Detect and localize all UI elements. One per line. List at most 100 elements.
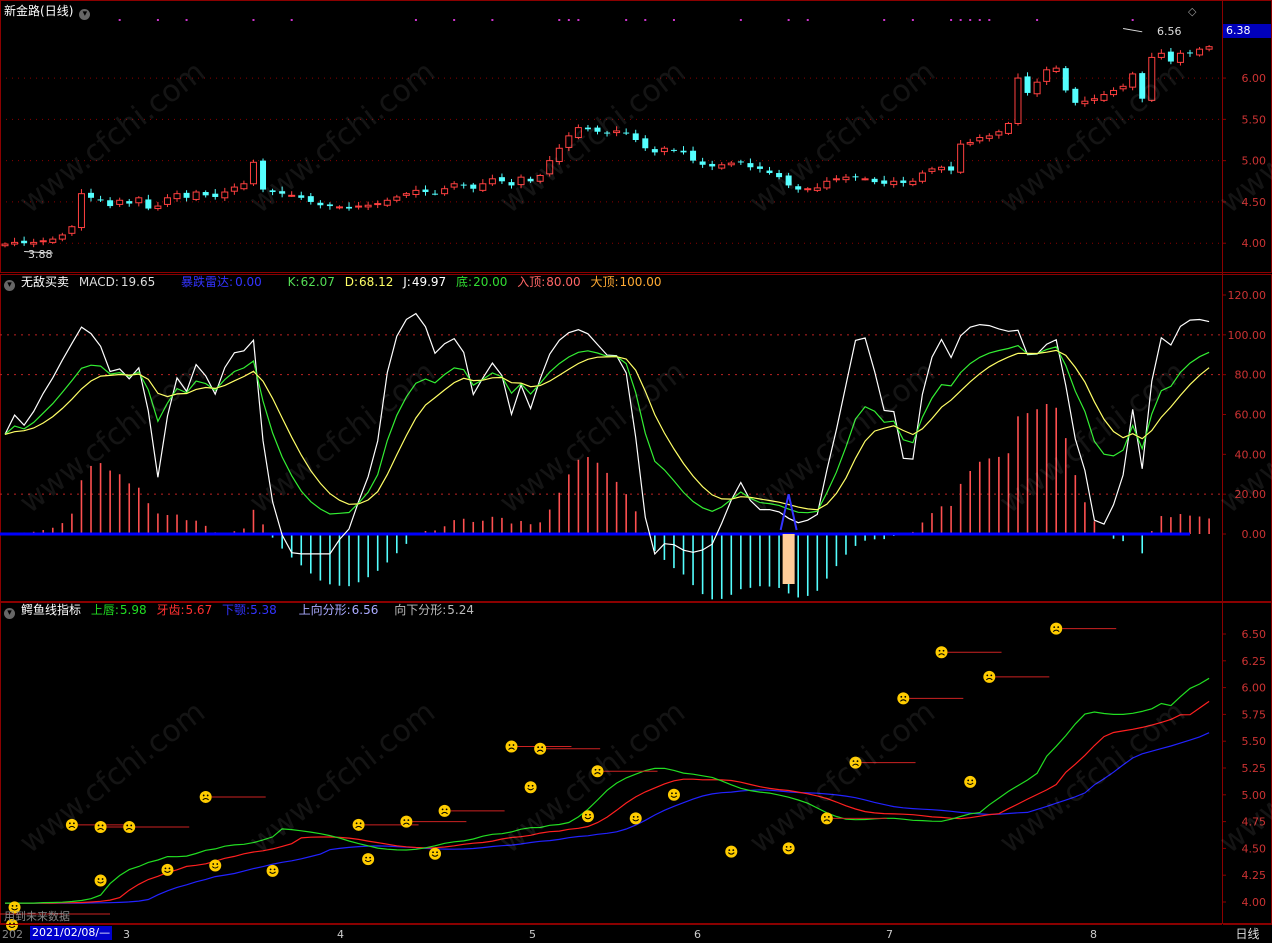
down-fractal-marker [782,842,795,855]
chevron-down-icon[interactable]: ▾ [79,9,91,20]
event-marker [118,19,121,21]
candle-up [966,141,974,145]
candle-up [58,234,66,240]
up-fractal-marker [352,818,365,831]
candle-down [183,192,190,198]
event-marker [672,19,675,21]
candle-up [1205,46,1213,50]
event-marker [414,19,417,21]
up-fractal-marker [94,820,107,833]
candle-down [21,240,28,244]
month-tick: 7 [886,928,893,941]
y-tick-label: 4.75 [1242,816,1267,829]
candle-up [163,197,171,205]
candle-down [785,175,792,186]
candle-up [832,178,840,181]
teeth-value: 5.67 [185,603,213,617]
candle-up [574,127,582,139]
candle-up [861,178,869,181]
candle-up [517,176,525,186]
candle-up [613,130,621,134]
candle-up [1100,94,1108,101]
candle-down [871,178,878,183]
chevron-down-icon[interactable]: ▾ [4,280,15,291]
up-fractal-marker [935,646,948,659]
event-marker [558,19,561,21]
candle-down [670,149,677,151]
y-tick-label: 80.00 [1235,369,1267,382]
candle-up [555,147,563,162]
candle-up [823,180,831,189]
signal-label: 暴跌雷达: [181,275,234,289]
candle-up [976,137,984,142]
event-marker [988,19,991,21]
candle-down [881,180,888,184]
candle-up [116,199,124,205]
event-marker [625,19,628,21]
candle-up [1043,69,1051,82]
candle-down [756,166,763,169]
candle-down [632,133,639,140]
event-marker [1131,19,1134,21]
candle-up [221,191,229,199]
chart-canvas[interactable]: 4.004.505.005.506.003.886.560.0020.0040.… [0,0,1272,942]
diamond-icon[interactable]: ◇ [1188,5,1196,18]
candle-down [776,173,783,178]
candle-up [1090,98,1098,101]
candle-down [623,132,630,134]
candle-up [985,135,993,139]
candle-up [1033,81,1041,95]
indicator-title: 无敌买卖 [21,275,70,289]
price-legend: 新金路(日线) ▾ [4,3,96,20]
period-button[interactable]: 日线 [1223,924,1272,943]
y-tick-label: 6.50 [1242,628,1267,641]
event-marker [156,19,159,21]
candle-down [690,150,697,161]
candle-down [584,127,591,130]
event-marker [883,19,886,21]
candle-up [804,188,812,191]
candle-up [1119,85,1127,90]
event-marker [453,19,456,21]
up-fractal-marker [983,670,996,683]
y-tick-label: 4.00 [1242,896,1267,909]
event-marker [787,19,790,21]
event-marker [577,19,580,21]
macd-label: MACD: [78,275,119,289]
candle-up [957,143,965,173]
stock-name: 新金路 [4,4,41,18]
selected-date[interactable]: 2021/02/08/— [30,926,113,940]
candle-down [766,170,773,174]
candle-down [604,132,611,134]
candle-up [1004,122,1012,134]
candle-up [718,164,726,169]
teeth-label: 牙齿: [156,603,185,617]
candle-down [948,166,955,171]
y-tick-label: 100.00 [1228,329,1267,342]
candle-up [727,162,735,166]
candle-down [1024,76,1031,93]
candle-down [202,192,209,196]
candle-down [594,127,601,132]
event-marker [739,19,742,21]
candle-down [1167,51,1174,62]
candle-up [230,186,238,192]
y-tick-label: 5.00 [1242,789,1267,802]
chevron-down-icon[interactable]: ▾ [4,608,15,619]
candle-down [470,184,477,189]
lips-value: 5.98 [119,603,147,617]
candle-up [1081,100,1089,105]
candle-up [240,183,248,190]
candle-up [192,191,200,200]
month-tick: 4 [337,928,344,941]
candle-up [918,172,926,182]
candle-up [288,194,296,197]
candle-down [346,206,353,209]
y-tick-label: 40.00 [1235,448,1267,461]
k-label: K: [287,275,300,289]
y-tick-label: 5.50 [1242,113,1267,126]
event-marker [950,19,953,21]
top-value: 100.00 [619,275,662,289]
event-marker [185,19,188,21]
candle-down [852,176,859,178]
